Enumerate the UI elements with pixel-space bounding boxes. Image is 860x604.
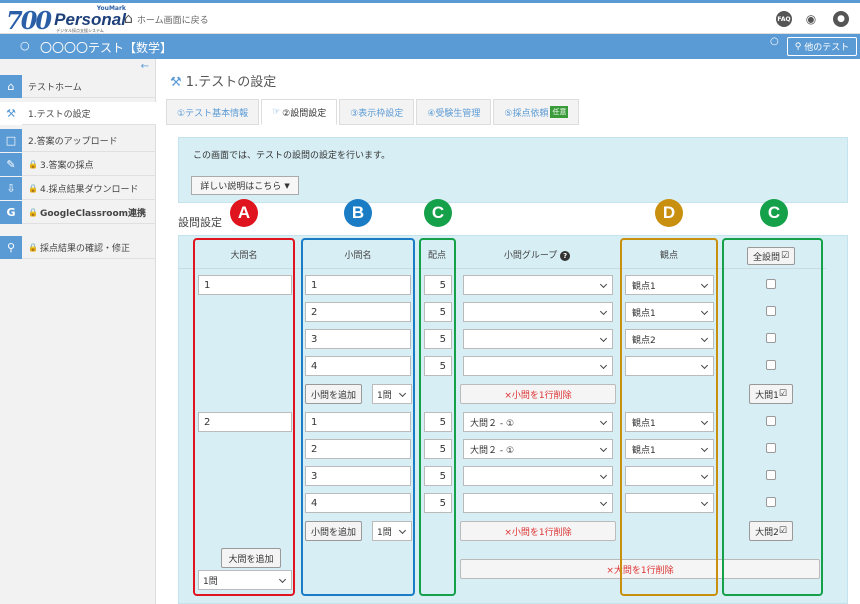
comment-icon[interactable]: ○: [770, 36, 779, 47]
logo-word: Personal: [54, 10, 126, 29]
tab-label: ①テスト基本情報: [177, 108, 249, 119]
group-select[interactable]: 大問２ - ①: [463, 412, 613, 432]
annotation-label-b: B: [344, 199, 372, 227]
tab-basic-info[interactable]: ①テスト基本情報: [166, 99, 260, 125]
edit-icon: ✎: [0, 152, 22, 176]
lock-icon: 🔒: [28, 183, 38, 193]
group-select[interactable]: [463, 493, 613, 513]
annotation-box-b: [301, 238, 415, 596]
tab-label: ③表示枠設定: [350, 108, 404, 119]
home-link-label: ホーム画面に戻る: [136, 15, 209, 26]
lock-icon: 🔒: [28, 159, 38, 169]
page-title: ⚒ 1.テストの設定: [170, 71, 276, 90]
annotation-label-c2: C: [760, 199, 788, 227]
logo-mark: 700: [6, 5, 52, 35]
other-test-label: 他のテスト: [804, 43, 850, 53]
sidebar-item-upload[interactable]: □ 2.答案のアップロード: [0, 128, 156, 152]
tab-label: ②設問設定: [282, 108, 327, 119]
info-text: この画面では、テストの設問の設定を行います。: [193, 151, 391, 161]
group-select[interactable]: [463, 302, 613, 322]
sidebar-item-label: 2.答案のアップロード: [28, 136, 118, 147]
other-test-button[interactable]: ⚲ 他のテスト: [787, 37, 857, 56]
page-title-text: 1.テストの設定: [185, 75, 277, 90]
annotation-label-c: C: [424, 199, 452, 227]
header-group: 小問グループ ?: [462, 248, 612, 261]
section-title: 設問設定: [178, 216, 222, 229]
annotation-box-c-checkbox: [722, 238, 823, 596]
caret-down-icon: ▼: [284, 181, 290, 190]
tab-display-frame[interactable]: ③表示枠設定: [339, 99, 415, 125]
tab-examinee[interactable]: ④受験生管理: [416, 99, 492, 125]
lock-icon: 🔒: [28, 207, 38, 217]
header-group-label: 小問グループ: [503, 251, 558, 261]
chat-icon: ○: [20, 39, 30, 52]
annotation-label-a: A: [230, 199, 258, 227]
collapse-arrow-icon[interactable]: ←: [141, 61, 149, 72]
optional-badge: 任意: [550, 106, 569, 118]
annotation-box-a: [193, 238, 295, 596]
sidebar-item-test-home[interactable]: ⌂ テストホーム: [0, 74, 156, 98]
sidebar-item-grading[interactable]: ✎ 🔒 3.答案の採点: [0, 152, 156, 176]
search-icon: ⚲: [0, 235, 22, 259]
annotation-box-d: [620, 238, 718, 596]
group-select[interactable]: [463, 356, 613, 376]
sidebar: ← ⌂ テストホーム ⚒ 1.テストの設定 □ 2.答案のアップロード ✎ 🔒 …: [0, 59, 156, 604]
google-icon: G: [0, 200, 22, 224]
title-bar: ○ 〇〇〇〇テスト【数学】 ○ ⚲ 他のテスト: [0, 34, 860, 59]
tab-label: ④受験生管理: [427, 108, 481, 119]
home-icon: ⌂: [0, 74, 22, 98]
sidebar-item-label: 採点結果の確認・修正: [39, 243, 130, 254]
hand-pointer-icon: ☞: [272, 107, 281, 117]
help-icon[interactable]: ?: [560, 251, 571, 261]
tab-label: ⑤採点依頼: [504, 108, 549, 119]
lock-icon: 🔒: [28, 242, 38, 252]
sidebar-item-download[interactable]: ⇩ 🔒 4.採点結果ダウンロード: [0, 176, 156, 200]
annotation-label-d: D: [655, 199, 683, 227]
sidebar-item-label: 1.テストの設定: [28, 109, 91, 120]
tab-question-settings[interactable]: ☞ ②設問設定: [261, 99, 338, 125]
group-select[interactable]: 大問２ - ①: [463, 439, 613, 459]
sidebar-item-label: 3.答案の採点: [39, 160, 94, 171]
home-icon: ⌂: [124, 11, 133, 27]
sidebar-item-label: GoogleClassroom連携: [39, 208, 147, 219]
group-select[interactable]: [463, 275, 613, 295]
sidebar-item-label: 4.採点結果ダウンロード: [39, 184, 139, 195]
tab-bar: ①テスト基本情報 ☞ ②設問設定 ③表示枠設定 ④受験生管理 ⑤採点依頼 任意: [166, 99, 581, 125]
download-icon: ⇩: [0, 176, 22, 200]
detail-explanation-dropdown[interactable]: 詳しい説明はこちら ▼: [191, 176, 299, 195]
group-select[interactable]: [463, 329, 613, 349]
sidebar-item-google-classroom[interactable]: G 🔒 GoogleClassroom連携: [0, 200, 156, 224]
delete-minor-row-button[interactable]: ×小問を1行削除: [460, 384, 616, 404]
logo[interactable]: 700 Personal YouMark デジタル採点支援システム: [6, 5, 126, 35]
faq-icon[interactable]: FAQ: [776, 11, 792, 27]
wrench-icon: ⚒: [170, 75, 182, 90]
top-bar: 700 Personal YouMark デジタル採点支援システム ⌂ ホーム画…: [0, 0, 860, 35]
eye-slash-icon[interactable]: ◉: [803, 11, 819, 27]
user-icon[interactable]: ●: [833, 11, 849, 27]
document-icon: □: [0, 128, 22, 152]
wrench-icon: ⚒: [0, 101, 22, 125]
search-icon: ⚲: [794, 41, 802, 52]
delete-minor-row-button[interactable]: ×小問を1行削除: [460, 521, 616, 541]
home-link[interactable]: ⌂ ホーム画面に戻る: [124, 11, 209, 27]
tab-grading-request[interactable]: ⑤採点依頼 任意: [493, 99, 580, 125]
logo-sup: YouMark: [96, 5, 126, 12]
sidebar-item-test-settings[interactable]: ⚒ 1.テストの設定: [0, 101, 156, 125]
test-title: 〇〇〇〇テスト【数学】: [40, 41, 173, 55]
info-box: この画面では、テストの設問の設定を行います。 詳しい説明はこちら ▼: [178, 137, 848, 203]
annotation-box-c-points: [419, 238, 456, 596]
sidebar-item-review[interactable]: ⚲ 🔒 採点結果の確認・修正: [0, 235, 156, 259]
group-select[interactable]: [463, 466, 613, 486]
sidebar-item-label: テストホーム: [28, 82, 82, 93]
detail-button-label: 詳しい説明はこちら: [200, 182, 282, 192]
